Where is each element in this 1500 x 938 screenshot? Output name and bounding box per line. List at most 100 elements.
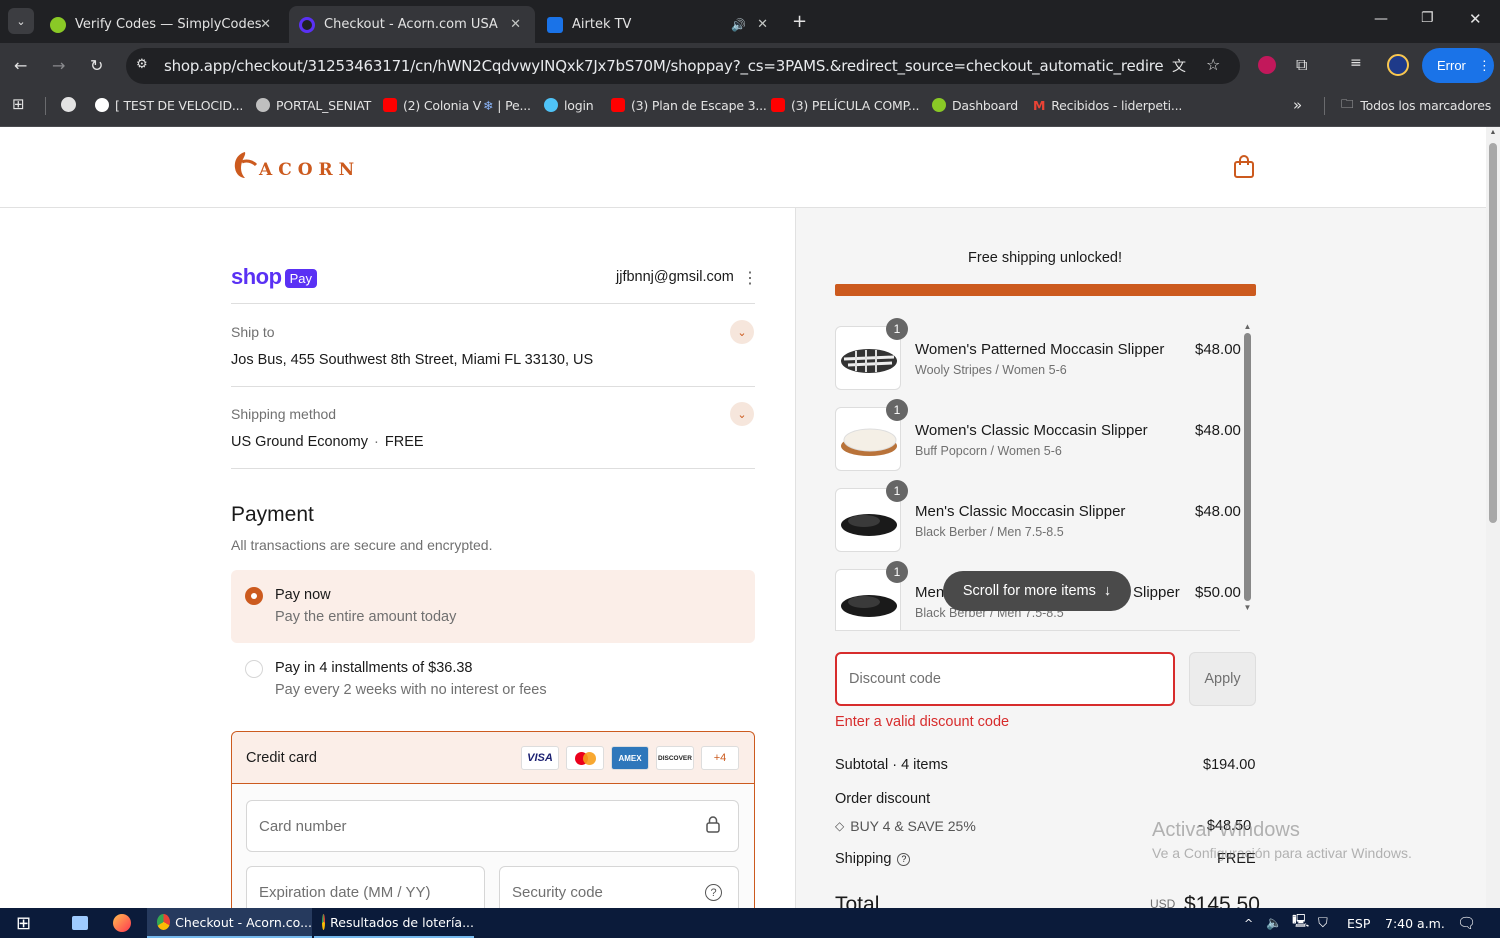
tab-title: Airtek TV xyxy=(572,17,632,32)
simplycodes-icon xyxy=(50,16,66,33)
item-variant: Wooly Stripes / Women 5-6 xyxy=(915,363,1067,377)
minimize-button[interactable]: — xyxy=(1374,11,1388,27)
bookmark-label: login xyxy=(564,97,594,113)
tray-chevron-icon[interactable]: ^ xyxy=(1244,908,1253,938)
items-scroll-thumb[interactable] xyxy=(1244,333,1251,601)
tab-checkout[interactable]: Checkout - Acorn.com USA ✕ xyxy=(289,6,535,43)
language-indicator[interactable]: ESP xyxy=(1347,908,1370,938)
discount-error: Enter a valid discount code xyxy=(835,714,1010,730)
chrome-icon xyxy=(322,914,326,930)
scroll-for-more-button[interactable]: Scroll for more items ↓ xyxy=(943,571,1131,611)
tab-search-button[interactable]: ⌄ xyxy=(8,8,34,34)
divider xyxy=(231,468,755,469)
bookmark-star-icon[interactable]: ☆ xyxy=(1206,55,1220,74)
item-price: $48.00 xyxy=(1195,422,1241,439)
bookmark-plan-escape[interactable]: (3) Plan de Escape 3... xyxy=(611,96,767,114)
defender-icon[interactable]: ⛉ xyxy=(1318,908,1328,938)
bookmark-label: [ TEST DE VELOCID... xyxy=(115,97,244,113)
tab-simplycodes[interactable]: Verify Codes — SimplyCodes ✕ xyxy=(40,6,285,43)
acorn-logo[interactable]: ACORN xyxy=(232,150,360,180)
bookmark-pe[interactable]: ❄ | Pe... xyxy=(483,96,531,114)
help-icon[interactable]: ? xyxy=(897,852,911,866)
item-price: $48.00 xyxy=(1195,503,1241,520)
cart-bag-icon[interactable] xyxy=(1233,155,1255,184)
bookmark-login[interactable]: login xyxy=(544,96,594,114)
network-icon[interactable]: 🖳 xyxy=(1292,908,1309,938)
shop-pay-logo: shop Pay xyxy=(231,264,317,290)
apps-grid-icon[interactable]: ⊞ xyxy=(12,95,25,113)
close-icon[interactable]: ✕ xyxy=(510,17,521,32)
scroll-up-icon[interactable]: ▲ xyxy=(1243,322,1252,331)
media-controls-icon[interactable]: ≡ xyxy=(1350,55,1362,71)
forward-button[interactable]: → xyxy=(52,56,65,75)
pay-badge: Pay xyxy=(284,269,317,288)
extensions-icon[interactable]: ⧉ xyxy=(1296,55,1307,75)
subtotal-label: Subtotal · 4 items xyxy=(835,757,948,773)
tab-airtek[interactable]: Airtek TV 🔊 ✕ xyxy=(537,6,782,43)
bookmark-label: Recibidos - liderpeti... xyxy=(1051,97,1183,113)
store-header xyxy=(0,127,1486,208)
bookmark-colonia[interactable]: (2) Colonia V xyxy=(383,96,481,114)
all-bookmarks-button[interactable]: 🗀 Todos los marcadores xyxy=(1341,96,1491,114)
translate-icon[interactable]: 文 xyxy=(1172,56,1186,76)
start-button[interactable]: ⊞ xyxy=(16,908,31,938)
task-view-icon[interactable] xyxy=(72,908,88,938)
shipping-method-price: FREE xyxy=(384,434,424,450)
page-scrollbar[interactable]: ▲ xyxy=(1486,127,1500,908)
item-price: $50.00 xyxy=(1195,584,1241,601)
close-window-button[interactable]: ✕ xyxy=(1469,10,1482,28)
gmail-icon: M xyxy=(1033,97,1046,113)
profile-error-button[interactable]: Error ⋮ xyxy=(1422,48,1494,83)
visa-icon: VISA xyxy=(521,746,559,770)
clock[interactable]: 7:40 a.m. xyxy=(1385,908,1445,938)
notifications-icon[interactable]: 🗨 xyxy=(1457,908,1476,938)
bookmark-speedtest[interactable]: [ TEST DE VELOCID... xyxy=(95,96,243,114)
account-menu-button[interactable]: ⋮ xyxy=(742,268,758,288)
scroll-hint-label: Scroll for more items xyxy=(962,583,1096,599)
site-info-icon[interactable]: ⚙ xyxy=(136,57,148,72)
bookmark-pelicula[interactable]: (3) PELÍCULA COMP... xyxy=(771,96,919,114)
pay-now-option[interactable] xyxy=(231,570,755,643)
reload-button[interactable]: ↻ xyxy=(90,56,103,75)
item-name: Women's Classic Moccasin Slipper xyxy=(915,422,1148,439)
page-scroll-thumb[interactable] xyxy=(1489,143,1497,523)
new-tab-button[interactable]: + xyxy=(792,11,807,32)
installments-radio[interactable] xyxy=(245,660,263,678)
restore-button[interactable]: ❐ xyxy=(1421,10,1434,26)
separator xyxy=(1324,97,1325,115)
url-text[interactable]: shop.app/checkout/31253463171/cn/hWN2Cqd… xyxy=(164,57,1164,75)
back-button[interactable]: ← xyxy=(14,56,27,75)
bookmark-label: (3) Plan de Escape 3... xyxy=(631,97,767,113)
shipping-method-value: US Ground Economy · FREE xyxy=(231,434,424,450)
volume-icon[interactable]: 🔈 xyxy=(1266,908,1282,938)
bookmark-seniat[interactable]: PORTAL_SENIAT xyxy=(256,96,371,114)
shipping-method-expand-button[interactable]: ⌄ xyxy=(730,402,754,426)
avatar[interactable] xyxy=(1387,54,1409,76)
installments-title[interactable]: Pay in 4 installments of $36.38 xyxy=(275,660,472,676)
card-number-field[interactable]: Card number xyxy=(246,800,739,852)
bookmarks-overflow-button[interactable]: » xyxy=(1293,96,1302,114)
globe-icon[interactable] xyxy=(61,97,76,112)
scroll-down-icon[interactable]: ▼ xyxy=(1243,603,1252,612)
extension-shield-icon[interactable] xyxy=(1258,56,1276,74)
discount-code-input[interactable]: Discount code xyxy=(835,652,1175,706)
bookmark-dashboard[interactable]: Dashboard xyxy=(932,96,1018,114)
youtube-icon xyxy=(383,98,397,112)
bookmark-recibidos[interactable]: M Recibidos - liderpeti... xyxy=(1033,96,1182,114)
separator xyxy=(45,97,46,115)
items-scrollbar[interactable]: ▲ ▼ xyxy=(1243,322,1252,626)
taskbar-app-checkout[interactable]: Checkout - Acorn.co... xyxy=(147,908,312,938)
pay-now-radio[interactable] xyxy=(245,587,263,605)
payment-heading: Payment xyxy=(231,503,314,526)
taskbar-app-loteria[interactable]: Resultados de lotería... xyxy=(314,908,474,938)
help-icon[interactable]: ? xyxy=(705,884,722,901)
close-icon[interactable]: ✕ xyxy=(757,17,768,32)
close-icon[interactable]: ✕ xyxy=(260,17,271,32)
youtube-icon xyxy=(771,98,785,112)
item-qty-badge: 1 xyxy=(886,318,908,340)
ship-to-expand-button[interactable]: ⌄ xyxy=(730,320,754,344)
scroll-up-icon[interactable]: ▲ xyxy=(1486,129,1500,136)
firefox-icon[interactable] xyxy=(113,908,131,938)
audio-icon[interactable]: 🔊 xyxy=(731,18,746,32)
apply-button[interactable]: Apply xyxy=(1189,652,1256,706)
